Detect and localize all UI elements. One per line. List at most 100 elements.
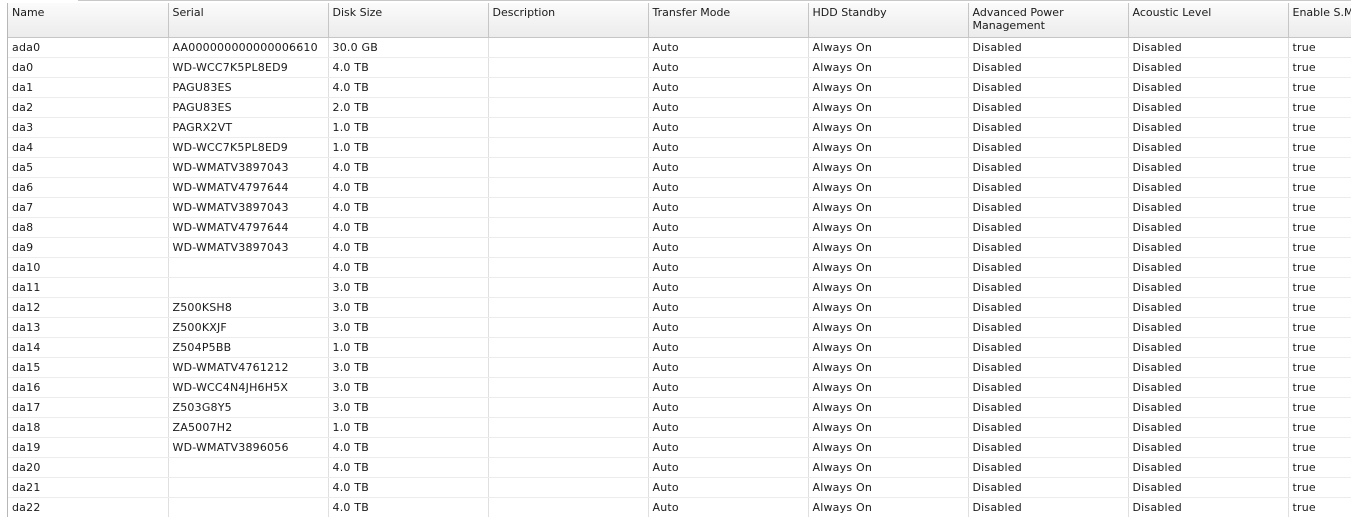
- column-header-serial[interactable]: Serial: [168, 3, 329, 38]
- table-row[interactable]: da3 PAGRX2VT 1.0 TB Auto Always On Disabled Di…: [8, 117, 1351, 138]
- cell-name: da3: [8, 117, 169, 138]
- cell-disk-size: 4.0 TB: [328, 437, 489, 458]
- table-row[interactable]: da2 PAGU83ES 2.0 TB Auto Always On Disabled Di…: [8, 97, 1351, 118]
- cell-description: [488, 357, 649, 378]
- cell-description: [488, 157, 649, 178]
- table-row[interactable]: da6 WD-WMATV4797644 4.0 TB Auto Always On Dis…: [8, 177, 1351, 198]
- cell-serial: PAGRX2VT: [168, 117, 329, 138]
- cell-enable-smart: true: [1288, 137, 1351, 158]
- table-row[interactable]: da19 WD-WMATV3896056 4.0 TB Auto Always On Di…: [8, 437, 1351, 458]
- cell-advanced-power-management: Disabled: [968, 277, 1129, 298]
- table-row[interactable]: da9 WD-WMATV3897043 4.0 TB Auto Always On Dis…: [8, 237, 1351, 258]
- column-header-transfer-mode[interactable]: Transfer Mode: [648, 3, 809, 38]
- cell-name: da13: [8, 317, 169, 338]
- cell-description: [488, 197, 649, 218]
- column-header-hdd-standby[interactable]: HDD Standby: [808, 3, 969, 38]
- cell-advanced-power-management: Disabled: [968, 217, 1129, 238]
- cell-description: [488, 97, 649, 118]
- table-row[interactable]: da14 Z504P5BB 1.0 TB Auto Always On Disabled D…: [8, 337, 1351, 358]
- cell-description: [488, 237, 649, 258]
- cell-transfer-mode: Auto: [648, 357, 809, 378]
- cell-description: [488, 77, 649, 98]
- cell-acoustic-level: Disabled: [1128, 277, 1289, 298]
- cell-hdd-standby: Always On: [808, 237, 969, 258]
- cell-enable-smart: true: [1288, 77, 1351, 98]
- table-row[interactable]: da17 Z503G8Y5 3.0 TB Auto Always On Disabled D…: [8, 397, 1351, 418]
- cell-hdd-standby: Always On: [808, 437, 969, 458]
- cell-name: da6: [8, 177, 169, 198]
- column-header-acoustic-level[interactable]: Acoustic Level: [1128, 3, 1289, 38]
- table-row[interactable]: da12 Z500KSH8 3.0 TB Auto Always On Disabled D…: [8, 297, 1351, 318]
- cell-advanced-power-management: Disabled: [968, 157, 1129, 178]
- cell-advanced-power-management: Disabled: [968, 417, 1129, 438]
- cell-name: da12: [8, 297, 169, 318]
- table-row[interactable]: da0 WD-WCC7K5PL8ED9 4.0 TB Auto Always On Dis…: [8, 57, 1351, 78]
- cell-description: [488, 257, 649, 278]
- cell-advanced-power-management: Disabled: [968, 397, 1129, 418]
- cell-serial: [168, 477, 329, 498]
- cell-advanced-power-management: Disabled: [968, 177, 1129, 198]
- cell-enable-smart: true: [1288, 197, 1351, 218]
- table-row[interactable]: da1 PAGU83ES 4.0 TB Auto Always On Disabled Di…: [8, 77, 1351, 98]
- cell-acoustic-level: Disabled: [1128, 317, 1289, 338]
- cell-serial: [168, 277, 329, 298]
- cell-description: [488, 117, 649, 138]
- cell-transfer-mode: Auto: [648, 137, 809, 158]
- cell-enable-smart: true: [1288, 57, 1351, 78]
- table-row[interactable]: da16 WD-WCC4N4JH6H5X 3.0 TB Auto Always On Di…: [8, 377, 1351, 398]
- table-row[interactable]: da18 ZA5007H2 1.0 TB Auto Always On Disabled D…: [8, 417, 1351, 438]
- cell-transfer-mode: Auto: [648, 197, 809, 218]
- cell-name: da15: [8, 357, 169, 378]
- header-row: Name Serial Disk Size Description Transf…: [8, 3, 1351, 38]
- cell-acoustic-level: Disabled: [1128, 117, 1289, 138]
- cell-acoustic-level: Disabled: [1128, 57, 1289, 78]
- cell-disk-size: 1.0 TB: [328, 417, 489, 438]
- cell-name: da0: [8, 57, 169, 78]
- cell-description: [488, 277, 649, 298]
- cell-description: [488, 437, 649, 458]
- cell-acoustic-level: Disabled: [1128, 357, 1289, 378]
- table-row[interactable]: da20 4.0 TB Auto Always On Disabled Disabled t…: [8, 457, 1351, 478]
- table-row[interactable]: da21 4.0 TB Auto Always On Disabled Disabled t…: [8, 477, 1351, 498]
- cell-disk-size: 3.0 TB: [328, 357, 489, 378]
- table-row[interactable]: da13 Z500KXJF 3.0 TB Auto Always On Disabled D…: [8, 317, 1351, 338]
- cell-transfer-mode: Auto: [648, 117, 809, 138]
- cell-enable-smart: true: [1288, 217, 1351, 238]
- cell-advanced-power-management: Disabled: [968, 37, 1129, 58]
- cell-name: da14: [8, 337, 169, 358]
- column-header-disk-size[interactable]: Disk Size: [328, 3, 489, 38]
- table-row[interactable]: da11 3.0 TB Auto Always On Disabled Disabled t…: [8, 277, 1351, 298]
- table-row[interactable]: da22 4.0 TB Auto Always On Disabled Disabled t…: [8, 497, 1351, 517]
- cell-acoustic-level: Disabled: [1128, 137, 1289, 158]
- cell-transfer-mode: Auto: [648, 317, 809, 338]
- column-header-description[interactable]: Description: [488, 3, 649, 38]
- cell-acoustic-level: Disabled: [1128, 197, 1289, 218]
- column-header-advanced-power-management[interactable]: Advanced Power Management: [968, 3, 1129, 38]
- table-row[interactable]: da7 WD-WMATV3897043 4.0 TB Auto Always On Dis…: [8, 197, 1351, 218]
- cell-acoustic-level: Disabled: [1128, 437, 1289, 458]
- cell-name: da21: [8, 477, 169, 498]
- cell-transfer-mode: Auto: [648, 337, 809, 358]
- column-header-enable-smart[interactable]: Enable S.M: [1288, 3, 1351, 38]
- cell-disk-size: 3.0 TB: [328, 377, 489, 398]
- cell-name: da4: [8, 137, 169, 158]
- table-row[interactable]: da10 4.0 TB Auto Always On Disabled Disabled t…: [8, 257, 1351, 278]
- table-row[interactable]: da5 WD-WMATV3897043 4.0 TB Auto Always On Dis…: [8, 157, 1351, 178]
- cell-hdd-standby: Always On: [808, 97, 969, 118]
- table-row[interactable]: ada0 AA000000000000006610 30.0 GB Auto Alway…: [8, 37, 1351, 58]
- cell-disk-size: 2.0 TB: [328, 97, 489, 118]
- cell-advanced-power-management: Disabled: [968, 197, 1129, 218]
- cell-name: ada0: [8, 37, 169, 58]
- cell-acoustic-level: Disabled: [1128, 397, 1289, 418]
- cell-description: [488, 317, 649, 338]
- table-row[interactable]: da4 WD-WCC7K5PL8ED9 1.0 TB Auto Always On Dis…: [8, 137, 1351, 158]
- cell-disk-size: 1.0 TB: [328, 137, 489, 158]
- column-header-name[interactable]: Name: [8, 3, 169, 38]
- cell-hdd-standby: Always On: [808, 277, 969, 298]
- table-row[interactable]: da8 WD-WMATV4797644 4.0 TB Auto Always On Dis…: [8, 217, 1351, 238]
- cell-transfer-mode: Auto: [648, 417, 809, 438]
- disks-grid: Name Serial Disk Size Description Transf…: [7, 3, 1351, 517]
- cell-name: da22: [8, 497, 169, 517]
- cell-transfer-mode: Auto: [648, 397, 809, 418]
- table-row[interactable]: da15 WD-WMATV4761212 3.0 TB Auto Always On Di…: [8, 357, 1351, 378]
